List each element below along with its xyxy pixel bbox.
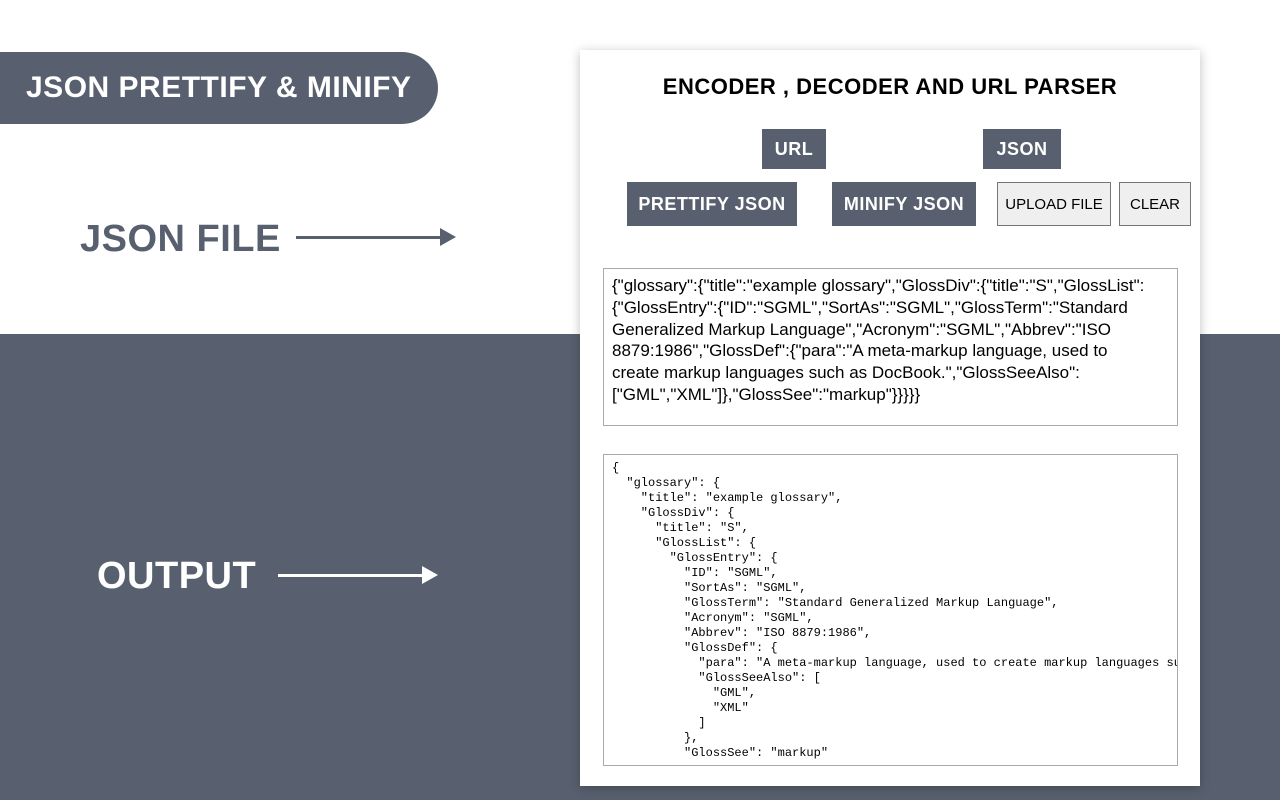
feature-pill: JSON PRETTIFY & MINIFY	[0, 52, 438, 124]
output-label: OUTPUT	[97, 555, 256, 598]
tool-panel: ENCODER , DECODER AND URL PARSER URL JSO…	[580, 50, 1200, 786]
arrow-icon	[296, 228, 456, 246]
panel-title: ENCODER , DECODER AND URL PARSER	[580, 74, 1200, 100]
arrow-icon	[278, 566, 438, 584]
tab-json[interactable]: JSON	[983, 129, 1061, 169]
json-input-textarea[interactable]	[603, 268, 1178, 426]
upload-file-button[interactable]: UPLOAD FILE	[997, 182, 1111, 226]
feature-pill-label: JSON PRETTIFY & MINIFY	[26, 71, 412, 105]
minify-json-button[interactable]: MINIFY JSON	[832, 182, 976, 226]
json-file-label: JSON FILE	[80, 218, 281, 261]
prettify-json-button[interactable]: PRETTIFY JSON	[627, 182, 797, 226]
tab-url[interactable]: URL	[762, 129, 826, 169]
clear-button[interactable]: CLEAR	[1119, 182, 1191, 226]
json-output-pre[interactable]: { "glossary": { "title": "example glossa…	[603, 454, 1178, 766]
